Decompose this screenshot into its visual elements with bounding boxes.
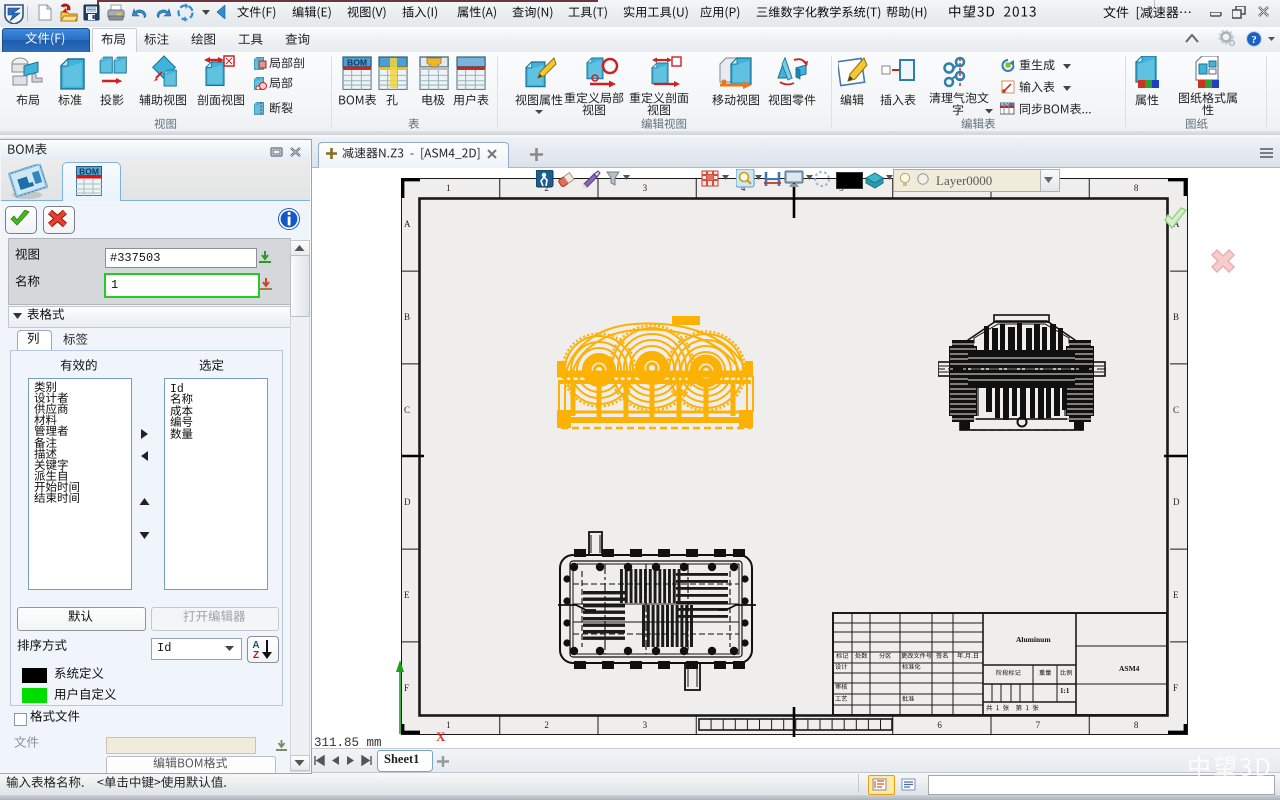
svg-text:Z: Z — [253, 650, 259, 660]
svg-text:?: ? — [1251, 34, 1257, 46]
svg-text:BOM: BOM — [1001, 103, 1009, 107]
svg-text:BOM: BOM — [79, 167, 99, 177]
svg-text:BOM: BOM — [347, 58, 367, 68]
